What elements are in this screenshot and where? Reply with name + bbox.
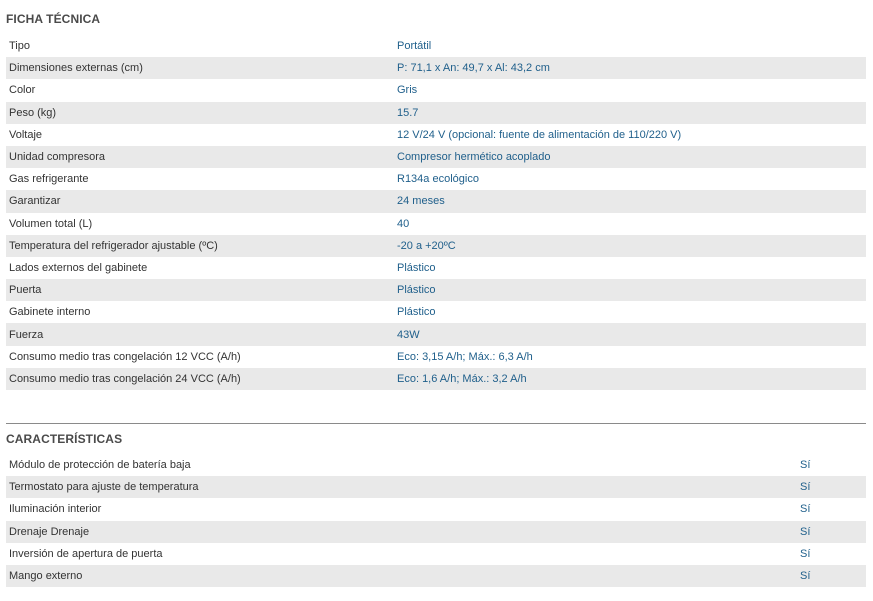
table-row: Gabinete interno Plástico bbox=[6, 301, 866, 323]
spec-value: Gris bbox=[397, 84, 418, 97]
spec-label: Peso (kg) bbox=[9, 106, 57, 119]
table-row: Peso (kg) 15.7 bbox=[6, 101, 866, 124]
table-row: Tipo Portátil bbox=[6, 35, 866, 57]
spec-label: Voltaje bbox=[9, 128, 43, 141]
spec-value: 15.7 bbox=[397, 106, 419, 119]
spec-value: Plástico bbox=[397, 261, 436, 274]
table-row: Puerta Plástico bbox=[6, 279, 866, 302]
table-row: Temperatura del refrigerador ajustable (… bbox=[6, 234, 866, 257]
feature-label: Iluminación interior bbox=[9, 503, 102, 516]
caracteristicas-title: CARACTERÍSTICAS bbox=[6, 432, 123, 446]
spec-value: Plástico bbox=[397, 284, 436, 297]
table-row: Consumo medio tras congelación 24 VCC (A… bbox=[6, 367, 866, 390]
spec-value: 24 meses bbox=[397, 195, 445, 208]
spec-label: Gas refrigerante bbox=[9, 173, 89, 186]
spec-value: 43W bbox=[397, 328, 420, 341]
feature-value: Sí bbox=[800, 503, 811, 516]
spec-label: Tipo bbox=[9, 40, 30, 53]
caracteristicas-table: Módulo de protección de batería baja Sí T… bbox=[6, 454, 866, 588]
spec-value: Eco: 1,6 A/h; Máx.: 3,2 A/h bbox=[397, 372, 527, 385]
feature-label: Módulo de protección de batería baja bbox=[9, 459, 191, 472]
spec-value: Portátil bbox=[397, 40, 432, 53]
feature-value: Sí bbox=[800, 481, 811, 494]
table-row: Garantizar 24 meses bbox=[6, 190, 866, 213]
spec-label: Consumo medio tras congelación 24 VCC (A… bbox=[9, 372, 241, 385]
feature-value: Sí bbox=[800, 570, 811, 583]
spec-value: 12 V/24 V (opcional: fuente de alimentac… bbox=[397, 128, 682, 141]
feature-value: Sí bbox=[800, 525, 811, 538]
spec-label: Gabinete interno bbox=[9, 306, 91, 319]
feature-label: Mango externo bbox=[9, 570, 83, 583]
spec-value: R134a ecológico bbox=[397, 173, 479, 186]
table-row: Drenaje Drenaje Sí bbox=[6, 520, 866, 543]
table-row: Volumen total (L) 40 bbox=[6, 213, 866, 235]
table-row: Inversión de apertura de puerta Sí bbox=[6, 543, 866, 565]
spec-label: Temperatura del refrigerador ajustable (… bbox=[9, 239, 218, 252]
table-row: Consumo medio tras congelación 12 VCC (A… bbox=[6, 346, 866, 368]
spec-value: 40 bbox=[397, 217, 410, 230]
feature-label: Inversión de apertura de puerta bbox=[9, 547, 163, 560]
spec-label: Garantizar bbox=[9, 195, 61, 208]
spec-label: Lados externos del gabinete bbox=[9, 261, 148, 274]
spec-label: Puerta bbox=[9, 284, 42, 297]
table-row: Dimensiones externas (cm) P: 71,1 x An: 4… bbox=[6, 57, 866, 80]
spec-label: Color bbox=[9, 84, 36, 97]
section-divider bbox=[6, 423, 866, 424]
table-row: Mango externo Sí bbox=[6, 564, 866, 588]
spec-value: Plástico bbox=[397, 306, 436, 319]
table-row: Lados externos del gabinete Plástico bbox=[6, 257, 866, 279]
feature-value: Sí bbox=[800, 459, 811, 472]
table-row: Unidad compresora Compresor hermético aco… bbox=[6, 145, 866, 169]
table-row: Fuerza 43W bbox=[6, 323, 866, 346]
spec-value: Eco: 3,15 A/h; Máx.: 6,3 A/h bbox=[397, 350, 533, 363]
spec-label: Unidad compresora bbox=[9, 151, 105, 164]
table-row: Termostato para ajuste de temperatura Sí bbox=[6, 476, 866, 499]
feature-label: Termostato para ajuste de temperatura bbox=[9, 481, 199, 494]
feature-label: Drenaje Drenaje bbox=[9, 525, 90, 538]
table-row: Módulo de protección de batería baja Sí bbox=[6, 454, 866, 476]
table-row: Iluminación interior Sí bbox=[6, 498, 866, 520]
spec-label: Fuerza bbox=[9, 328, 44, 341]
spec-value: -20 a +20ºC bbox=[397, 239, 456, 252]
spec-value: Compresor hermético acoplado bbox=[397, 151, 551, 164]
spec-value: P: 71,1 x An: 49,7 x Al: 43,2 cm bbox=[397, 62, 550, 75]
table-row: Color Gris bbox=[6, 79, 866, 101]
spec-label: Consumo medio tras congelación 12 VCC (A… bbox=[9, 350, 241, 363]
ficha-tecnica-title: FICHA TÉCNICA bbox=[6, 12, 101, 26]
spec-label: Dimensiones externas (cm) bbox=[9, 62, 143, 75]
spec-label: Volumen total (L) bbox=[9, 217, 93, 230]
ficha-tecnica-table: Tipo Portátil Dimensiones externas (cm) P:… bbox=[6, 35, 866, 390]
table-row: Gas refrigerante R134a ecológico bbox=[6, 168, 866, 190]
table-row: Voltaje 12 V/24 V (opcional: fuente de al… bbox=[6, 124, 866, 146]
feature-value: Sí bbox=[800, 547, 811, 560]
